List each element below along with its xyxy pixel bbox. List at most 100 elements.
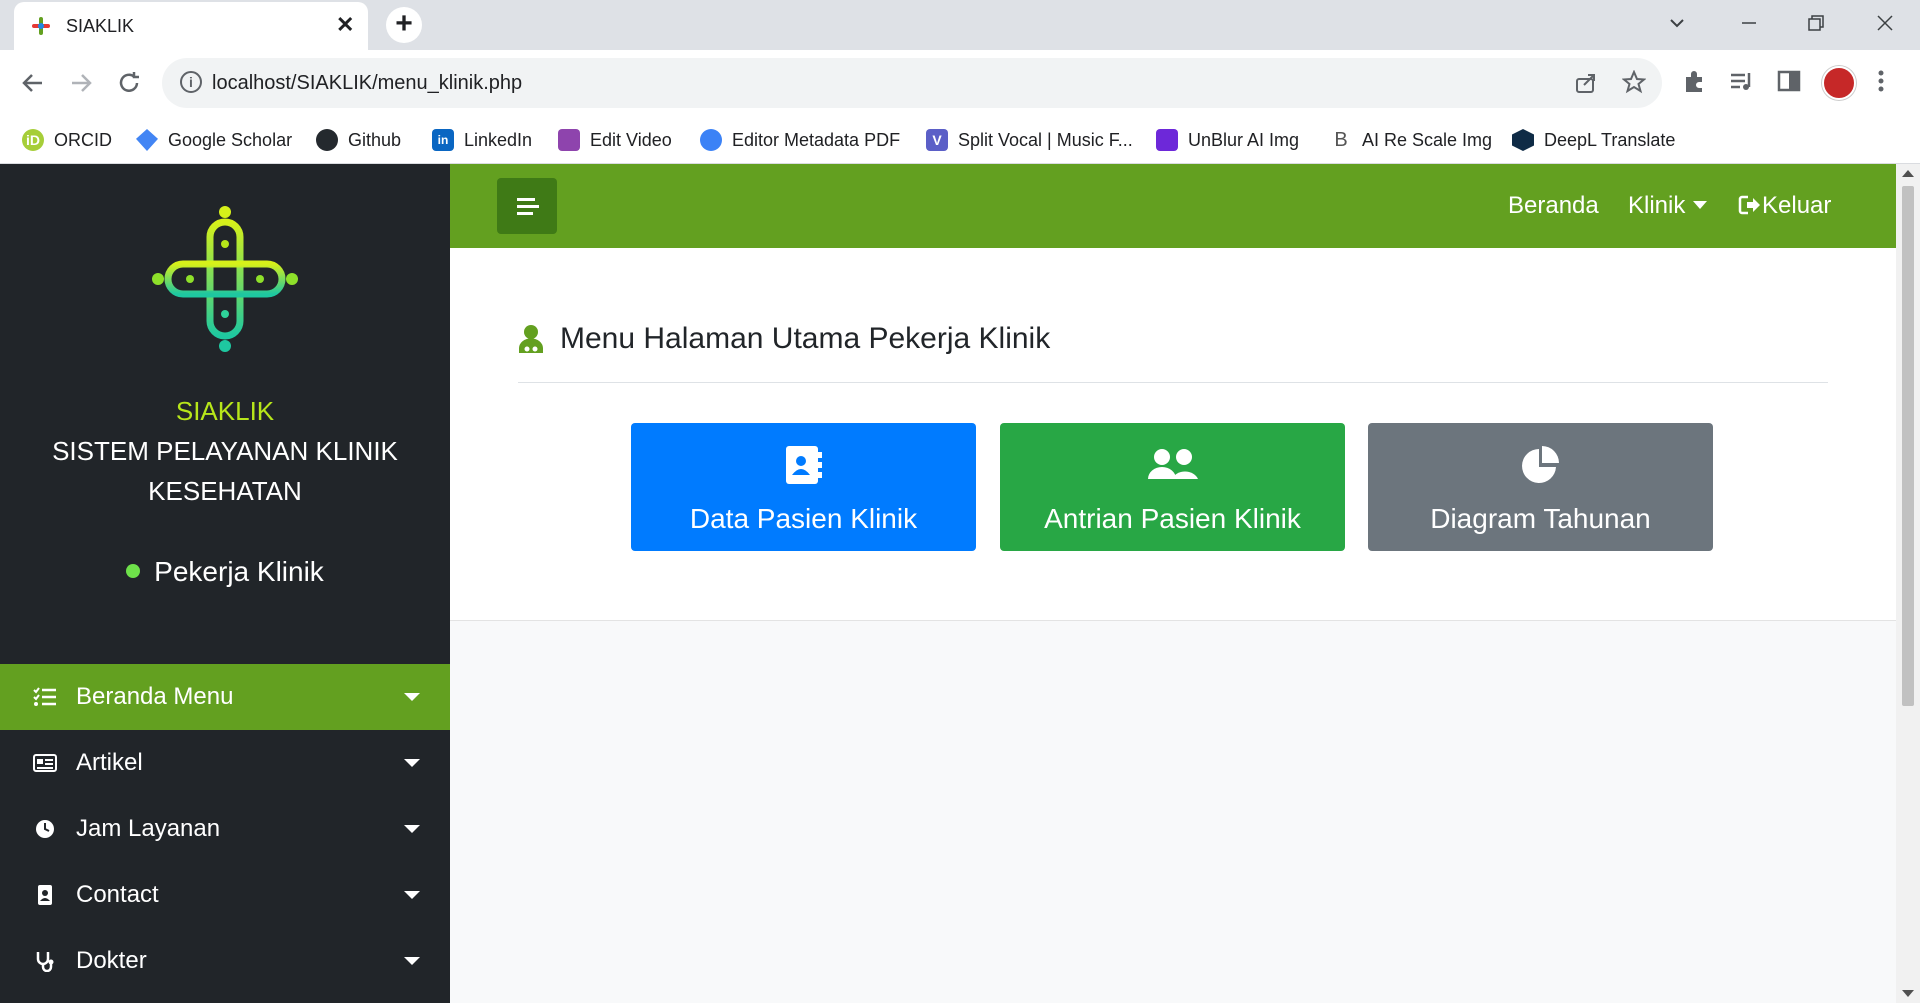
chevron-down-icon [404, 957, 420, 965]
close-window-icon[interactable] [1876, 14, 1894, 32]
scroll-down-icon[interactable] [1902, 990, 1914, 997]
sidebar-item-dokter[interactable]: Dokter [0, 928, 450, 994]
side-panel-icon[interactable] [1776, 68, 1802, 94]
browser-toolbar: i localhost/SIAKLIK/menu_klinik.php [0, 50, 1920, 116]
bookmark-unblur[interactable]: UnBlur AI Img [1156, 126, 1299, 154]
scroll-up-icon[interactable] [1902, 170, 1914, 177]
sidebar-toggle-button[interactable] [497, 178, 557, 234]
nav-klinik-label: Klinik [1628, 192, 1686, 219]
chevron-down-icon [404, 891, 420, 899]
user-doctor-icon [519, 325, 543, 353]
sidebar: SIAKLIK SISTEM PELAYANAN KLINIK KESEHATA… [0, 164, 450, 1003]
extensions-icon[interactable] [1682, 68, 1708, 94]
online-status-icon [126, 563, 141, 578]
list-check-icon [33, 687, 56, 706]
brand-name: SIAKLIK [175, 396, 275, 426]
restore-icon[interactable] [1807, 14, 1825, 32]
github-icon [316, 129, 338, 151]
google-scholar-icon [136, 129, 158, 151]
nav-keluar-label: Keluar [1762, 192, 1832, 219]
sidebar-item-beranda-menu[interactable]: Beranda Menu [0, 664, 450, 730]
sidebar-item-label: Contact [76, 881, 159, 908]
page-title: Menu Halaman Utama Pekerja Klinik [518, 322, 1050, 356]
card-data-pasien-klinik[interactable]: Data Pasien Klinik [631, 423, 976, 551]
forward-icon[interactable] [68, 70, 94, 96]
brand-block: SIAKLIK SISTEM PELAYANAN KLINIK KESEHATA… [0, 396, 450, 511]
bookmark-label: Google Scholar [168, 129, 293, 150]
bookmark-label: Editor Metadata PDF [732, 129, 901, 150]
bookmark-editor-metadata[interactable]: Editor Metadata PDF [700, 126, 900, 154]
metadata-icon [700, 129, 722, 151]
sidebar-item-label: Artikel [76, 749, 143, 776]
bookmark-github[interactable]: Github [316, 126, 401, 154]
sidebar-item-label: Dokter [76, 947, 147, 974]
browser-tab-bar: SIAKLIK ✕ + [0, 0, 1920, 50]
back-icon[interactable] [20, 70, 46, 96]
sidebar-item-label: Jam Layanan [76, 815, 221, 842]
section-divider [518, 382, 1828, 383]
bookmark-label: DeepL Translate [1544, 129, 1676, 150]
card-label: Data Pasien Klinik [689, 503, 918, 534]
bookmark-label: ORCID [54, 129, 112, 150]
media-control-icon[interactable] [1728, 68, 1754, 94]
reload-icon[interactable] [116, 70, 142, 96]
card-label: Diagram Tahunan [1430, 503, 1651, 534]
bookmark-edit-video[interactable]: Edit Video [558, 126, 672, 154]
bookmark-orcid[interactable]: iD ORCID [22, 126, 112, 154]
top-navbar: Beranda Klinik Keluar [450, 164, 1896, 248]
pie-chart-icon [1522, 446, 1559, 483]
bookmark-linkedin[interactable]: in LinkedIn [432, 126, 532, 154]
bookmark-ai-rescale[interactable]: B AI Re Scale Img [1330, 126, 1492, 154]
close-tab-icon[interactable]: ✕ [336, 12, 354, 38]
minimize-icon[interactable] [1740, 14, 1758, 32]
edit-video-icon [558, 129, 580, 151]
bookmark-google-scholar[interactable]: Google Scholar [136, 126, 292, 154]
deepl-icon [1512, 129, 1534, 151]
nav-keluar-link[interactable]: Keluar [1738, 192, 1831, 220]
contact-card-icon [38, 885, 52, 905]
bookmark-deepl[interactable]: DeepL Translate [1512, 126, 1675, 154]
unblur-icon [1156, 129, 1178, 151]
content-footer-area [450, 620, 1896, 1003]
orcid-icon: iD [22, 129, 44, 151]
users-icon [1148, 449, 1198, 479]
new-tab-button[interactable]: + [386, 7, 422, 43]
sidebar-item-jam-layanan[interactable]: Jam Layanan [0, 796, 450, 862]
linkedin-icon: in [432, 129, 454, 151]
chevron-down-icon [404, 825, 420, 833]
chevron-down-icon [404, 693, 420, 701]
address-book-icon [786, 446, 822, 484]
card-antrian-pasien-klinik[interactable]: Antrian Pasien Klinik [1000, 423, 1345, 551]
bookmark-split-vocal[interactable]: V Split Vocal | Music F... [926, 126, 1133, 154]
bookmark-star-icon[interactable] [1622, 70, 1646, 94]
nav-beranda-link[interactable]: Beranda [1508, 192, 1599, 220]
address-bar[interactable]: i localhost/SIAKLIK/menu_klinik.php [162, 58, 1662, 108]
bookmark-label: Edit Video [590, 129, 672, 150]
browser-menu-icon[interactable] [1876, 68, 1886, 94]
tab-search-icon[interactable] [1668, 14, 1686, 32]
newspaper-icon [33, 754, 57, 772]
caret-down-icon [1693, 200, 1708, 209]
menu-toggle-icon [517, 198, 535, 201]
sidebar-item-artikel[interactable]: Artikel [0, 730, 450, 796]
card-diagram-tahunan[interactable]: Diagram Tahunan [1368, 423, 1713, 551]
scroll-thumb[interactable] [1902, 186, 1914, 706]
url-text[interactable]: localhost/SIAKLIK/menu_klinik.php [212, 72, 522, 95]
sign-out-icon [1738, 195, 1760, 215]
siaklik-logo-icon [152, 206, 298, 352]
share-icon[interactable] [1574, 71, 1598, 95]
browser-tab[interactable]: SIAKLIK ✕ [14, 2, 368, 50]
sidebar-item-label: Beranda Menu [76, 683, 234, 710]
user-status: Pekerja Klinik [0, 556, 450, 588]
tab-title: SIAKLIK [66, 16, 135, 36]
rescale-icon: B [1330, 129, 1352, 151]
page-title-text: Menu Halaman Utama Pekerja Klinik [560, 322, 1051, 355]
card-label: Antrian Pasien Klinik [1044, 503, 1301, 534]
nav-klinik-dropdown[interactable]: Klinik [1628, 192, 1708, 220]
stethoscope-icon [36, 952, 54, 972]
site-info-icon[interactable]: i [180, 71, 202, 93]
profile-avatar[interactable] [1822, 66, 1856, 100]
chevron-down-icon [404, 759, 420, 767]
page-scrollbar[interactable] [1896, 164, 1920, 1003]
sidebar-item-contact[interactable]: Contact [0, 862, 450, 928]
